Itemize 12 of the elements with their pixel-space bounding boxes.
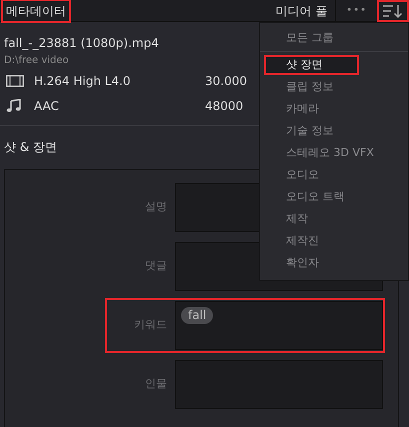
field-label: 인물 [144,376,167,392]
section-title: 샷 & 장면 [4,139,57,156]
clip-path: D:\free video [4,54,69,68]
field-label: 댓글 [144,258,167,274]
field-label: 키워드 [133,317,167,334]
rate-text: 30.000 [205,73,247,90]
codec-text: AAC [33,98,60,115]
rate-text: 48000 [205,98,244,115]
panel-title: 메타데이터 [1,0,71,22]
clip-name: fall_-_23881 (1080p).mp4 [4,35,159,52]
codec-text: H.264 High L4.0 [33,73,132,90]
field-label: 설명 [144,199,167,216]
